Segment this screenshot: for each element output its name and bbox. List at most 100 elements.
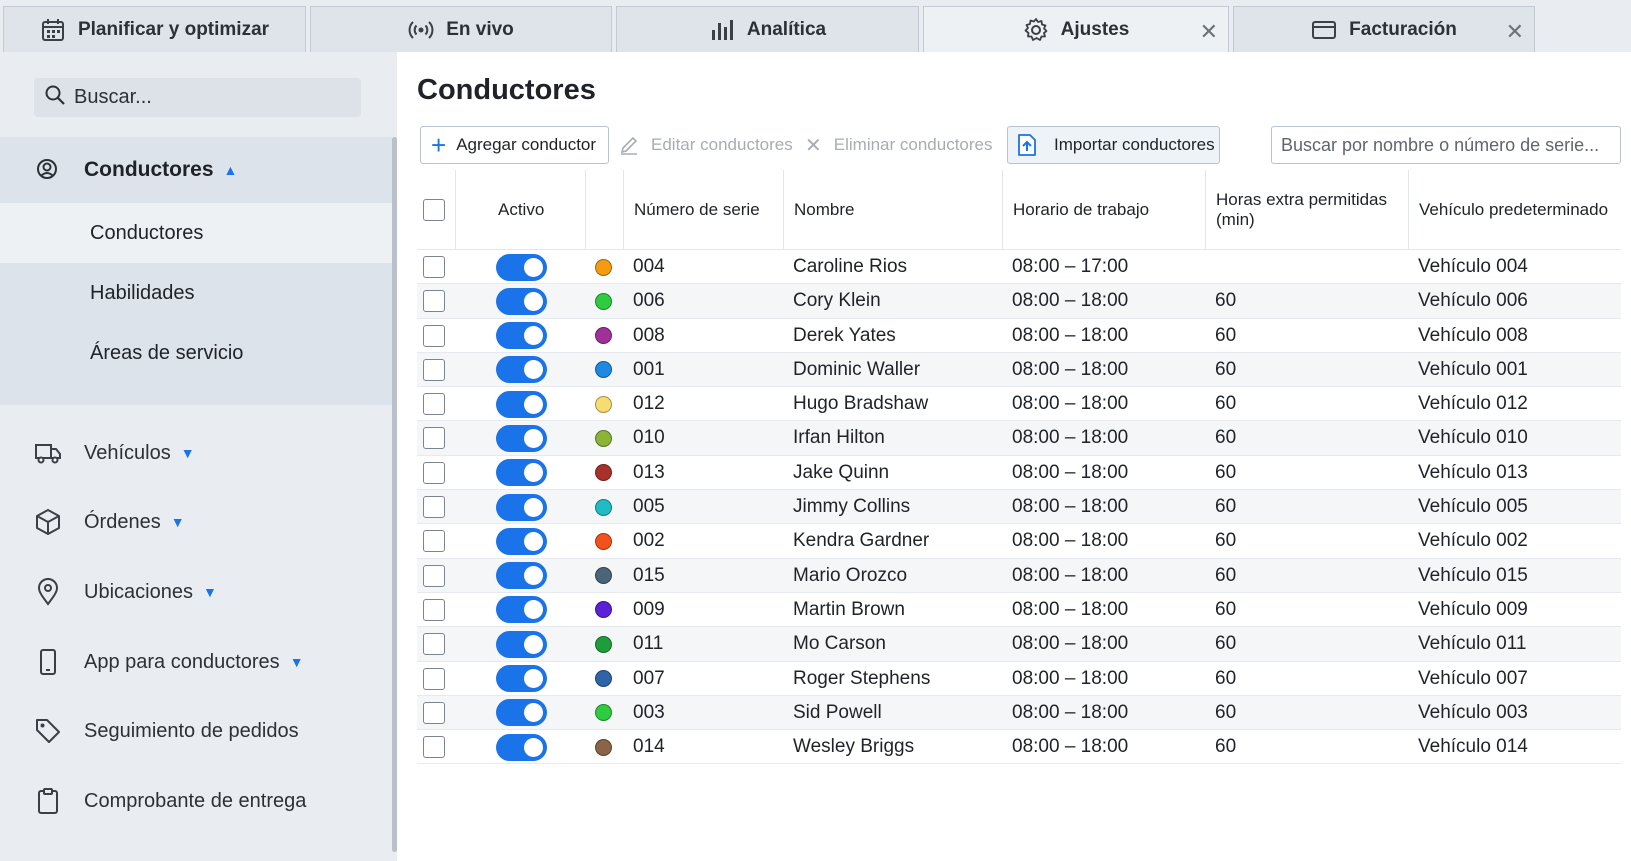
table-row[interactable]: 009 Martin Brown 08:00 – 18:00 60 Vehículo 0…: [417, 593, 1621, 628]
row-checkbox[interactable]: [423, 496, 445, 519]
select-all-checkbox[interactable]: [423, 199, 445, 221]
active-toggle[interactable]: [496, 287, 547, 315]
driver-color-dot: [595, 464, 612, 482]
row-checkbox-cell: [423, 696, 445, 730]
name-cell: Mario Orozco: [793, 564, 908, 586]
active-toggle[interactable]: [496, 390, 547, 418]
sidebar-item-proof-of-delivery[interactable]: Comprobante de entrega: [0, 776, 392, 826]
table-row[interactable]: 003 Sid Powell 08:00 – 18:00 60 Vehículo 003: [417, 695, 1621, 731]
sidebar-subitem-drivers[interactable]: Conductores: [0, 203, 392, 263]
color-cell: [595, 662, 612, 696]
row-checkbox[interactable]: [423, 598, 445, 621]
table-row[interactable]: 005 Jimmy Collins 08:00 – 18:00 60 Vehículo …: [417, 490, 1621, 525]
delete-drivers-button[interactable]: ✕ Eliminar conductores: [805, 126, 993, 164]
import-drivers-button[interactable]: Importar conductores: [1007, 126, 1220, 164]
table-row[interactable]: 015 Mario Orozco 08:00 – 18:00 60 Vehículo 0…: [417, 558, 1621, 593]
tab-live[interactable]: En vivo: [310, 6, 612, 52]
sidebar-item-driver-app[interactable]: App para conductores ▼: [0, 637, 392, 687]
color-cell: [595, 490, 612, 524]
close-icon[interactable]: ✕: [1506, 19, 1524, 45]
tab-analytics[interactable]: Analítica: [616, 6, 919, 52]
broadcast-icon: [408, 17, 434, 43]
row-checkbox[interactable]: [423, 358, 445, 381]
sidebar-group-header[interactable]: Conductores ▲: [0, 137, 392, 203]
color-cell: [595, 421, 612, 455]
column-header-active[interactable]: Activo: [455, 170, 585, 250]
color-cell: [595, 524, 612, 558]
active-toggle[interactable]: [496, 493, 547, 521]
column-header-serial[interactable]: Número de serie: [623, 170, 783, 250]
sidebar-search[interactable]: [34, 78, 361, 117]
column-header-name[interactable]: Nombre: [783, 170, 1002, 250]
row-checkbox-cell: [423, 456, 445, 490]
row-checkbox[interactable]: [423, 393, 445, 416]
active-toggle[interactable]: [496, 356, 547, 384]
driver-color-dot: [595, 498, 612, 516]
driver-search-input[interactable]: [1281, 134, 1611, 156]
active-toggle[interactable]: [496, 562, 547, 590]
driver-color-dot: [595, 327, 612, 345]
active-toggle[interactable]: [496, 459, 547, 487]
sidebar-subitem-service-areas[interactable]: Áreas de servicio: [0, 323, 392, 383]
table-row[interactable]: 001 Dominic Waller 08:00 – 18:00 60 Vehículo…: [417, 352, 1621, 388]
add-driver-label: Agregar conductor: [456, 135, 597, 154]
active-toggle[interactable]: [496, 699, 547, 727]
edit-drivers-button[interactable]: Editar conductores: [619, 126, 793, 164]
sidebar-search-input[interactable]: [74, 86, 344, 109]
edit-drivers-label: Editar conductores: [651, 135, 793, 154]
sidebar-item-vehicles[interactable]: Vehículos ▼: [0, 428, 392, 478]
table-row[interactable]: 011 Mo Carson 08:00 – 18:00 60 Vehículo 011: [417, 627, 1621, 662]
active-toggle[interactable]: [496, 596, 547, 624]
active-toggle[interactable]: [496, 253, 547, 281]
row-checkbox[interactable]: [423, 530, 445, 553]
table-row[interactable]: 012 Hugo Bradshaw 08:00 – 18:00 60 Vehículo …: [417, 387, 1621, 422]
row-checkbox[interactable]: [423, 564, 445, 587]
color-cell: [595, 730, 612, 764]
overtime-cell: 60: [1215, 667, 1237, 689]
active-toggle-cell: [496, 730, 547, 764]
active-toggle[interactable]: [496, 733, 547, 761]
sidebar-item-locations[interactable]: Ubicaciones ▼: [0, 567, 392, 617]
active-toggle[interactable]: [496, 527, 547, 555]
row-checkbox[interactable]: [423, 701, 445, 724]
row-checkbox[interactable]: [423, 324, 445, 347]
table-header: Activo Número de serie Nombre Horario de…: [417, 170, 1621, 250]
tab-plan-optimize[interactable]: Planificar y optimizar: [3, 6, 306, 52]
table-row[interactable]: 004 Caroline Rios 08:00 – 17:00 Vehículo 00…: [417, 250, 1621, 285]
table-row[interactable]: 010 Irfan Hilton 08:00 – 18:00 60 Vehículo 0…: [417, 421, 1621, 456]
column-header-overtime[interactable]: Horas extra permitidas (min): [1205, 170, 1408, 250]
tab-settings[interactable]: Ajustes ✕: [923, 6, 1229, 52]
table-row[interactable]: 007 Roger Stephens 08:00 – 18:00 60 Vehículo…: [417, 662, 1621, 696]
table-row[interactable]: 014 Wesley Briggs 08:00 – 18:00 60 Vehículo …: [417, 730, 1621, 765]
active-toggle[interactable]: [496, 630, 547, 658]
table-row[interactable]: 008 Derek Yates 08:00 – 18:00 60 Vehículo 00…: [417, 319, 1621, 353]
row-checkbox[interactable]: [423, 461, 445, 484]
caret-down-icon: ▼: [180, 445, 195, 461]
sidebar-subitem-label: Habilidades: [90, 281, 195, 304]
table-row[interactable]: 006 Cory Klein 08:00 – 18:00 60 Vehículo 006: [417, 284, 1621, 319]
column-header-vehicle[interactable]: Vehículo predeterminado: [1408, 170, 1621, 250]
active-toggle[interactable]: [496, 665, 547, 693]
row-checkbox[interactable]: [423, 736, 445, 759]
sidebar-item-orders[interactable]: Órdenes ▼: [0, 497, 392, 547]
schedule-cell: 08:00 – 18:00: [1012, 358, 1129, 380]
serial-cell: 010: [633, 427, 665, 449]
row-checkbox[interactable]: [423, 427, 445, 450]
add-driver-button[interactable]: + Agregar conductor: [420, 126, 609, 164]
row-checkbox[interactable]: [423, 256, 445, 278]
close-icon[interactable]: ✕: [1200, 19, 1218, 45]
sidebar-subitem-skills[interactable]: Habilidades: [0, 263, 392, 323]
sidebar-item-order-tracking[interactable]: Seguimiento de pedidos: [0, 706, 392, 756]
row-checkbox-cell: [423, 250, 445, 284]
column-header-schedule[interactable]: Horario de trabajo: [1002, 170, 1205, 250]
row-checkbox[interactable]: [423, 633, 445, 656]
table-row[interactable]: 013 Jake Quinn 08:00 – 18:00 60 Vehículo 013: [417, 456, 1621, 491]
table-row[interactable]: 002 Kendra Gardner 08:00 – 18:00 60 Vehículo…: [417, 524, 1621, 559]
tab-billing[interactable]: Facturación ✕: [1233, 6, 1535, 52]
row-checkbox[interactable]: [423, 290, 445, 313]
driver-search[interactable]: [1271, 126, 1621, 164]
active-toggle[interactable]: [496, 424, 547, 452]
active-toggle[interactable]: [496, 322, 547, 350]
location-pin-icon: [34, 578, 62, 606]
row-checkbox[interactable]: [423, 667, 445, 690]
